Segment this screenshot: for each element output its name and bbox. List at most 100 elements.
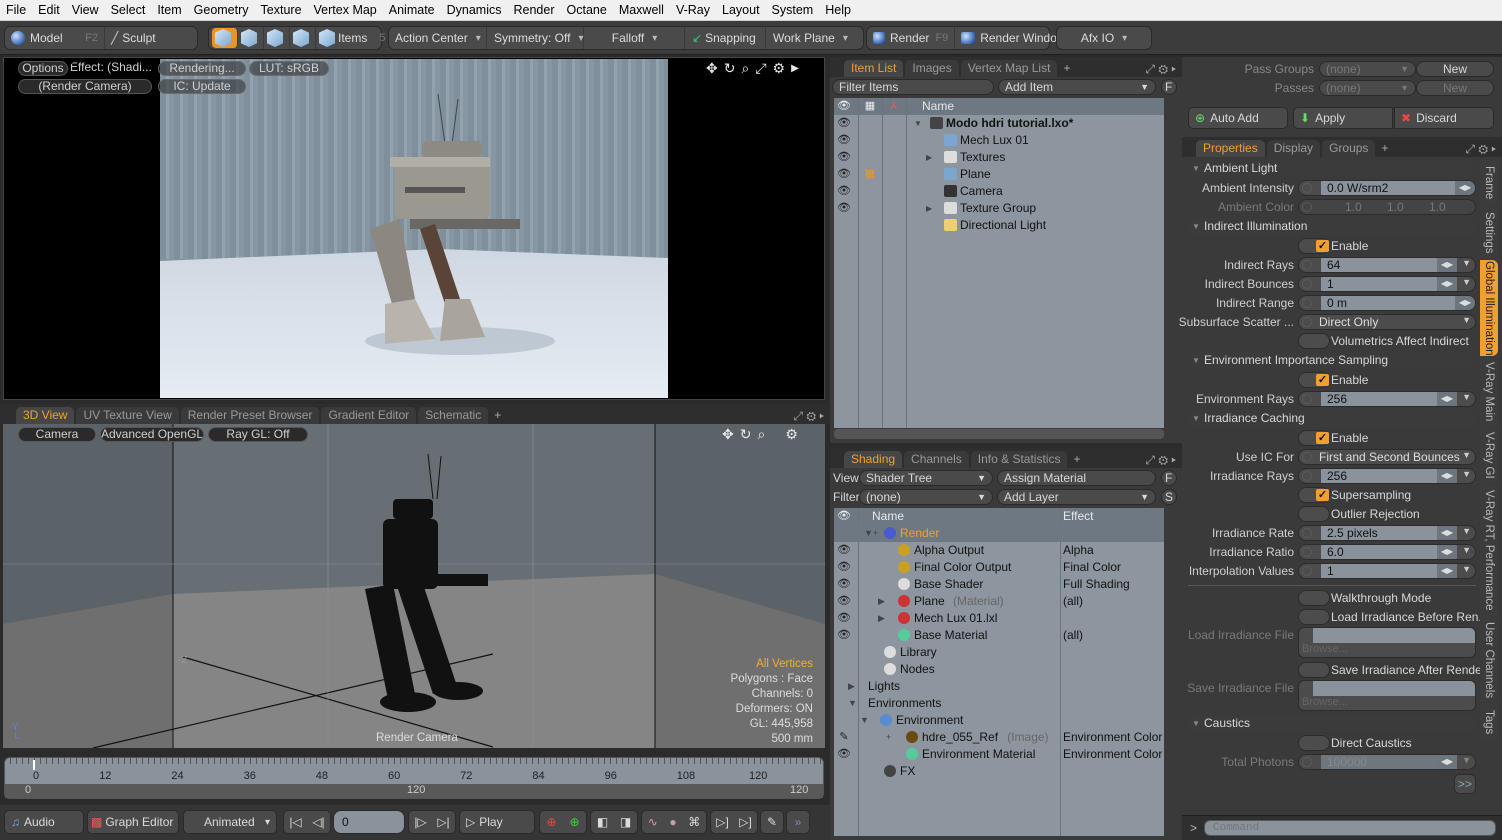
expand-arrow-icon[interactable]: ▶ <box>878 593 885 610</box>
item-list-row[interactable]: 👁 Mech Lux 01 <box>834 132 1164 149</box>
auto-key-icon[interactable]: ∿ <box>648 815 658 829</box>
afx-io-dropdown[interactable]: Afx IO <box>1057 27 1151 49</box>
menu-geometry[interactable]: Geometry <box>188 0 255 21</box>
visibility-eye-icon[interactable]: 👁 <box>836 627 852 644</box>
volumetrics-checkbox[interactable] <box>1298 333 1330 349</box>
save-irradiance-file-field[interactable]: Browse... <box>1298 680 1476 711</box>
env-rays-field[interactable]: 256 ◀▶ ▼ <box>1298 391 1476 407</box>
edges-mode-button[interactable] <box>238 27 264 49</box>
menu-dynamics[interactable]: Dynamics <box>441 0 508 21</box>
visibility-eye-icon[interactable]: 👁 <box>836 132 852 149</box>
chevron-down-icon[interactable]: ▼ <box>1462 545 1471 555</box>
save-after-render-checkbox[interactable] <box>1298 662 1330 678</box>
ambient-color-field[interactable]: 1.0 1.0 1.0 <box>1298 199 1476 215</box>
direct-caustics-checkbox[interactable] <box>1298 735 1330 751</box>
filter-items-input[interactable]: Filter Items <box>832 79 994 95</box>
shader-tree-row[interactable]: 👁 Base Shader Full Shading <box>834 576 1164 593</box>
materials-mode-button[interactable] <box>290 27 316 49</box>
zoom-icon[interactable]: ⌕ <box>757 426 765 443</box>
item-list-row[interactable]: 👁 ▼ Modo hdri tutorial.lxo* <box>834 115 1164 132</box>
load-before-render-checkbox[interactable] <box>1298 609 1330 625</box>
item-list-f-button[interactable]: F <box>1161 79 1177 95</box>
use-ic-dropdown[interactable]: First and Second Bounces ▼ <box>1298 449 1476 465</box>
shader-tree-row[interactable]: FX <box>834 763 1164 780</box>
indirect-rays-field[interactable]: 64 ◀▶ ▼ <box>1298 257 1476 273</box>
ray-gl-toggle[interactable]: Ray GL: Off <box>208 427 308 442</box>
name-column-header[interactable]: Name <box>872 508 904 525</box>
more-options-button[interactable]: >> <box>1454 774 1476 794</box>
side-tab-user-channels[interactable]: User Channels <box>1480 618 1498 702</box>
menu-animate[interactable]: Animate <box>383 0 441 21</box>
menu-system[interactable]: System <box>766 0 820 21</box>
maximize-icon[interactable]: ⤢ <box>755 60 766 78</box>
3d-viewport[interactable] <box>3 424 825 748</box>
expand-arrow-icon[interactable]: ▶ <box>926 149 932 166</box>
apply-button[interactable]: ⬇ Apply <box>1293 107 1393 129</box>
gear-icon[interactable]: ⚙ <box>773 60 786 78</box>
shader-tree-row[interactable]: ✎ + hdre_055_Ref (Image) Environment Color <box>834 729 1164 746</box>
passes-dropdown[interactable]: (none) ▼ <box>1319 80 1416 96</box>
visibility-eye-icon[interactable]: 👁 <box>836 559 852 576</box>
visibility-eye-icon[interactable]: 👁 <box>836 200 852 217</box>
total-photons-field[interactable]: 100000 ◀▶ ▼ <box>1298 754 1476 770</box>
assign-material-button[interactable]: Assign Material <box>997 470 1156 486</box>
next-key-icon[interactable]: |▷ <box>414 815 426 829</box>
more-button[interactable]: » <box>786 810 810 834</box>
last-keyframe-icon[interactable]: ▷] <box>739 815 752 829</box>
tab-schematic[interactable]: Schematic <box>418 407 489 424</box>
go-to-start-icon[interactable]: |◁ <box>289 815 301 829</box>
tab-display[interactable]: Display <box>1266 140 1321 157</box>
shader-tree-row[interactable]: 👁 Final Color Output Final Color <box>834 559 1164 576</box>
section-indirect-illumination[interactable]: Indirect Illumination <box>1188 218 1476 235</box>
expand-arrow-icon[interactable]: ▶ <box>848 678 855 695</box>
section-caustics[interactable]: Caustics <box>1188 715 1476 732</box>
supersampling-checkbox[interactable]: ✓ <box>1298 487 1330 503</box>
chevron-down-icon[interactable]: ▼ <box>1462 755 1471 765</box>
vertices-mode-button[interactable] <box>212 28 238 48</box>
previous-key-icon[interactable]: ◁| <box>312 815 324 829</box>
chevron-down-icon[interactable]: ▼ <box>1462 392 1471 402</box>
discard-button[interactable]: ✖ Discard <box>1394 107 1494 129</box>
new-pass-button[interactable]: New <box>1416 80 1494 96</box>
indirect-enable-checkbox[interactable]: ✓ <box>1298 238 1330 254</box>
expand-arrow-icon[interactable]: ▶ <box>791 60 799 78</box>
walkthrough-checkbox[interactable] <box>1298 590 1330 606</box>
symmetry-dropdown[interactable]: Symmetry: Off <box>488 27 584 49</box>
pan-icon[interactable]: ✥ <box>722 426 734 443</box>
panel-controls[interactable]: ⤢ ⚙ ▸ <box>1145 453 1176 468</box>
pan-icon[interactable]: ✥ <box>706 60 718 78</box>
irradiance-rate-field[interactable]: 2.5 pixels ◀▶ ▼ <box>1298 525 1476 541</box>
add-layer-dropdown[interactable]: Add Layer ▼ <box>997 489 1156 505</box>
tab-vertex-map-list[interactable]: Vertex Map List <box>960 60 1058 77</box>
menu-file[interactable]: File <box>0 0 32 21</box>
camera-dropdown[interactable]: Camera <box>18 427 96 442</box>
expand-arrow-icon[interactable]: ▼ <box>860 712 869 729</box>
tab-properties[interactable]: Properties <box>1196 140 1265 157</box>
shader-tree-row[interactable]: Library <box>834 644 1164 661</box>
key-channels-icon[interactable]: ⌘ <box>688 815 700 829</box>
shader-tree-row[interactable]: Nodes <box>834 661 1164 678</box>
model-button[interactable]: Model F2 <box>5 27 105 49</box>
auto-add-button[interactable]: ⊕ Auto Add <box>1188 107 1288 129</box>
animated-dropdown[interactable]: Animated ▾ <box>183 810 277 834</box>
section-irradiance-caching[interactable]: Irradiance Caching <box>1188 410 1476 427</box>
prev-keyframe-icon[interactable]: ◧ <box>597 815 608 829</box>
save-browse-button[interactable]: Browse... <box>1302 696 1348 708</box>
menu-vertex-map[interactable]: Vertex Map <box>308 0 383 21</box>
load-browse-button[interactable]: Browse... <box>1302 643 1348 655</box>
chevron-down-icon[interactable]: ▼ <box>1462 564 1471 574</box>
go-to-end-icon[interactable]: ▷| <box>437 815 449 829</box>
shader-tree-row[interactable]: ▶ Lights <box>834 678 1164 695</box>
ic-enable-checkbox[interactable]: ✓ <box>1298 430 1330 446</box>
shading-f-button[interactable]: F <box>1161 470 1177 486</box>
timeline-playhead[interactable] <box>33 760 35 770</box>
item-list-hscrollbar[interactable] <box>834 429 1164 439</box>
effect-column-header[interactable]: Effect <box>1063 508 1093 525</box>
item-list-row[interactable]: 👁 Camera <box>834 183 1164 200</box>
visibility-eye-icon[interactable]: 👁 <box>836 149 852 166</box>
outlier-rejection-checkbox[interactable] <box>1298 506 1330 522</box>
tab-groups[interactable]: Groups <box>1322 140 1376 157</box>
menu-help[interactable]: Help <box>819 0 857 21</box>
new-pass-group-button[interactable]: New <box>1416 61 1494 77</box>
snapping-button[interactable]: ↙ Snapping <box>686 27 766 49</box>
